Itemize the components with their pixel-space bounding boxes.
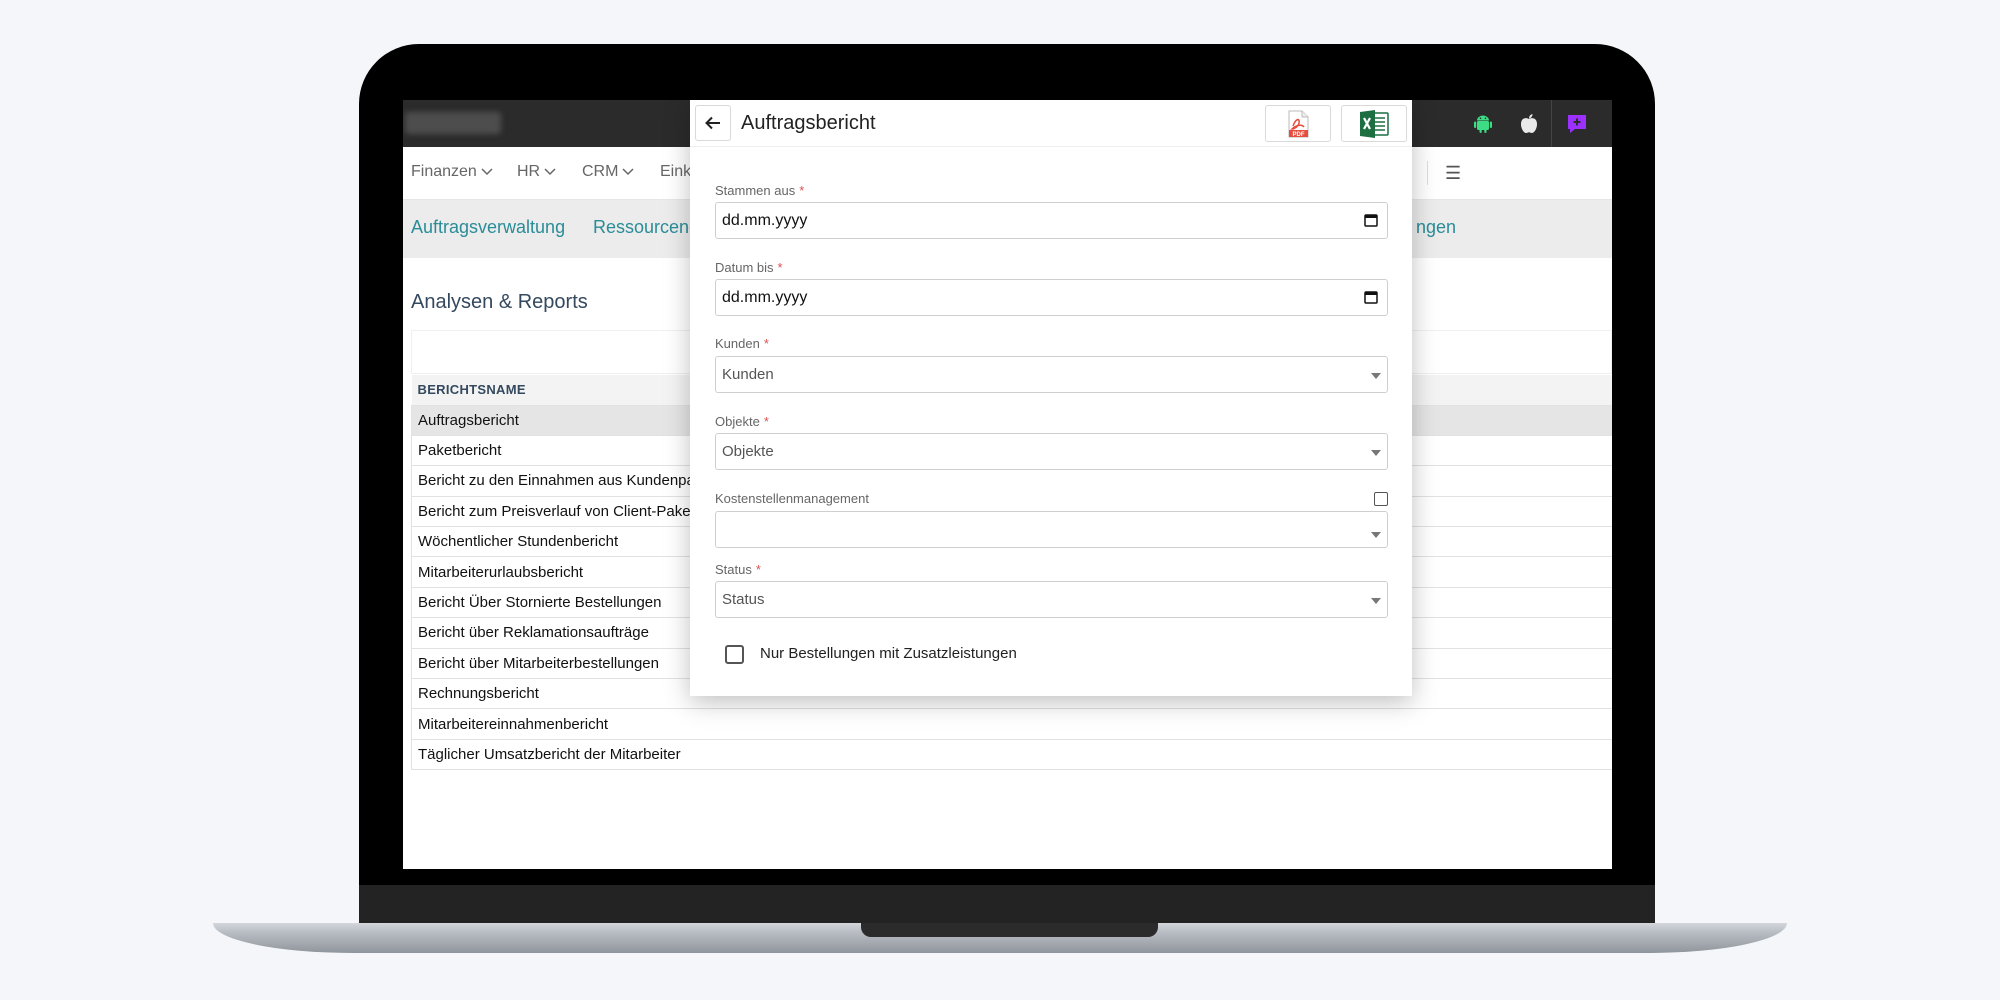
status-label-text: Status	[715, 562, 752, 577]
only-extra-services-checkbox[interactable]	[725, 645, 744, 664]
menu-item-hr[interactable]: HR	[517, 163, 556, 181]
dropdown-caret-icon	[1371, 450, 1381, 456]
cost-center-label-text: Kostenstellenmanagement	[715, 491, 869, 506]
customers-placeholder: Kunden	[722, 366, 774, 383]
menu-item-label: HR	[517, 163, 541, 180]
laptop-bezel	[359, 885, 1655, 928]
calendar-icon[interactable]	[1363, 289, 1379, 305]
table-row[interactable]: Täglicher Umsatzbericht der Mitarbeiter	[411, 739, 1612, 771]
pdf-icon: PDF	[1288, 110, 1309, 138]
android-icon[interactable]	[1468, 109, 1498, 139]
table-row[interactable]: Mitarbeitereinnahmenbericht	[411, 708, 1612, 740]
excel-icon	[1360, 109, 1389, 138]
table-cell[interactable]: Täglicher Umsatzbericht der Mitarbeiter	[411, 739, 1612, 771]
menu-item-einkauf[interactable]: Eink	[660, 163, 691, 181]
calendar-icon[interactable]	[1363, 212, 1379, 228]
chevron-down-icon	[544, 168, 556, 176]
cost-center-label: Kostenstellenmanagement	[715, 491, 869, 506]
dropdown-caret-icon	[1371, 598, 1381, 604]
customers-label-text: Kunden	[715, 336, 760, 351]
date-from-input[interactable]: dd.mm.yyyy	[715, 202, 1388, 239]
menu-item-crm[interactable]: CRM	[582, 163, 634, 181]
date-to-input[interactable]: dd.mm.yyyy	[715, 279, 1388, 316]
hamburger-menu-icon[interactable]: ☰	[1445, 163, 1461, 184]
export-pdf-button[interactable]: PDF	[1265, 105, 1331, 142]
back-arrow-icon	[705, 116, 720, 130]
menu-item-label: Finanzen	[411, 163, 477, 180]
chevron-down-icon	[481, 168, 493, 176]
status-select[interactable]: Status	[715, 581, 1388, 618]
back-button[interactable]	[695, 105, 731, 141]
table-cell[interactable]: Mitarbeitereinnahmenbericht	[411, 708, 1612, 740]
modal-header: Auftragsbericht PDF	[690, 100, 1412, 147]
required-mark: *	[799, 183, 805, 198]
menu-item-finanzen[interactable]: Finanzen	[411, 163, 493, 181]
objects-label: Objekte *	[715, 414, 769, 429]
status-label: Status *	[715, 562, 761, 577]
apple-icon[interactable]	[1514, 109, 1544, 139]
modal-title: Auftragsbericht	[741, 112, 876, 134]
status-placeholder: Status	[722, 591, 765, 608]
brand-logo	[405, 112, 501, 134]
only-extra-services-label[interactable]: Nur Bestellungen mit Zusatzleistungen	[760, 645, 1017, 662]
date-from-value: dd.mm.yyyy	[722, 212, 808, 229]
pdf-icon-label: PDF	[1293, 132, 1305, 138]
export-excel-button[interactable]	[1341, 105, 1407, 142]
customers-select[interactable]: Kunden	[715, 356, 1388, 393]
date-to-value: dd.mm.yyyy	[722, 289, 808, 306]
required-mark: *	[777, 260, 783, 275]
menu-item-label: CRM	[582, 163, 619, 180]
laptop-notch	[861, 923, 1158, 937]
cost-center-checkbox[interactable]	[1374, 492, 1388, 506]
date-to-label-text: Datum bis	[715, 260, 774, 275]
date-to-label: Datum bis *	[715, 260, 783, 275]
menu-item-label: Eink	[660, 163, 692, 180]
chevron-down-icon	[622, 168, 634, 176]
topbar-separator	[1551, 100, 1552, 147]
customers-label: Kunden *	[715, 336, 769, 351]
page-title: Analysen & Reports	[411, 291, 588, 313]
required-mark: *	[763, 414, 769, 429]
date-from-label-text: Stammen aus	[715, 183, 796, 198]
subnav-link-ressourcen[interactable]: Ressourcen-	[593, 217, 695, 238]
objects-select[interactable]: Objekte	[715, 433, 1388, 470]
dropdown-caret-icon	[1371, 532, 1381, 538]
required-mark: *	[763, 336, 769, 351]
subnav-link-partial[interactable]: ngen	[1416, 217, 1456, 238]
menu-separator	[1427, 161, 1428, 185]
subnav-link-auftragsverwaltung[interactable]: Auftragsverwaltung	[411, 217, 565, 238]
objects-placeholder: Objekte	[722, 443, 774, 460]
dropdown-caret-icon	[1371, 373, 1381, 379]
chat-icon[interactable]	[1562, 109, 1592, 139]
objects-label-text: Objekte	[715, 414, 760, 429]
cost-center-select[interactable]	[715, 511, 1388, 548]
report-filter-modal: Auftragsbericht PDF Stammen aus * dd.mm.y…	[690, 100, 1412, 696]
required-mark: *	[755, 562, 761, 577]
date-from-label: Stammen aus *	[715, 183, 804, 198]
